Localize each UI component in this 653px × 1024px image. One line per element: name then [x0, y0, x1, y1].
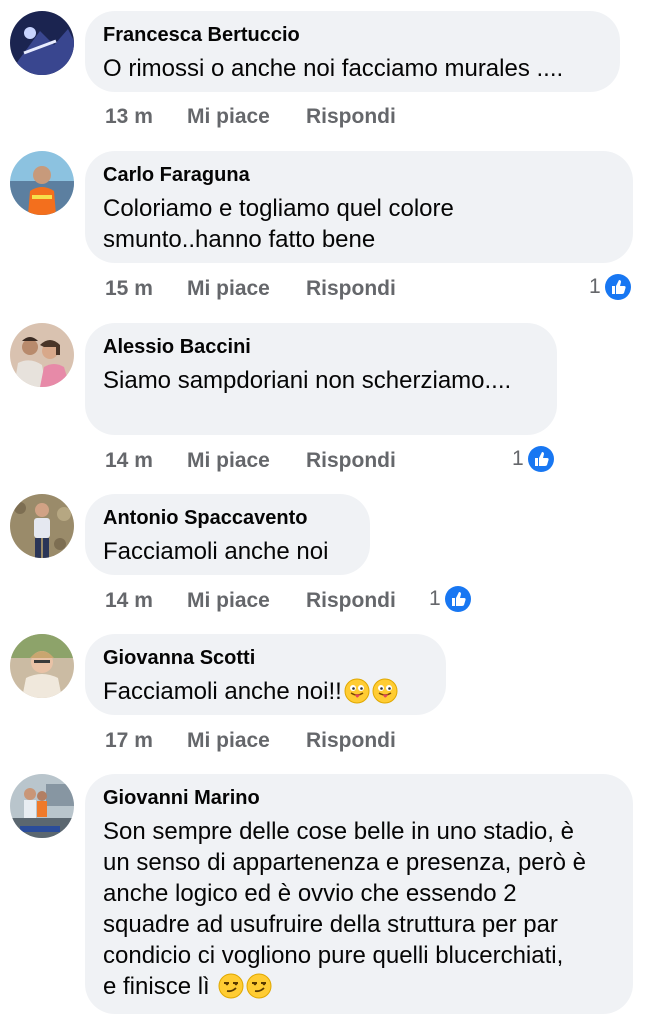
avatar[interactable] [10, 11, 74, 75]
comment-text: Coloriamo e togliamo quel colore smunto.… [103, 195, 454, 253]
avatar[interactable] [10, 634, 74, 698]
like-button[interactable]: Mi piace [187, 728, 270, 754]
avatar[interactable] [10, 774, 74, 838]
smirk-emoji [218, 973, 244, 999]
comment-author[interactable]: Carlo Faraguna [103, 163, 615, 187]
comment-author[interactable]: Antonio Spaccavento [103, 506, 352, 530]
comment-text-content: Facciamoli anche noi!! [103, 678, 342, 705]
comment-author[interactable]: Giovanna Scotti [103, 646, 428, 670]
comment-bubble: Carlo Faraguna Coloriamo e togliamo quel… [85, 151, 633, 263]
comment-text: Facciamoli anche noi [103, 538, 329, 565]
smirk-emoji [246, 973, 272, 999]
comment-time[interactable]: 14 m [105, 588, 153, 614]
comment-time[interactable]: 14 m [105, 448, 153, 474]
comment-time[interactable]: 17 m [105, 728, 153, 754]
comment-text-content: Son sempre delle cose belle in uno stadi… [103, 818, 587, 1000]
comment-time[interactable]: 15 m [105, 276, 153, 302]
reply-button[interactable]: Rispondi [306, 448, 396, 474]
like-reaction-icon [604, 274, 631, 301]
comment-bubble: Francesca Bertuccio O rimossi o anche no… [85, 11, 620, 92]
comment-bubble: Alessio Baccini Siamo sampdoriani non sc… [85, 323, 557, 435]
comment-time[interactable]: 13 m [105, 104, 153, 130]
reply-button[interactable]: Rispondi [306, 728, 396, 754]
like-button[interactable]: Mi piace [187, 448, 270, 474]
reaction-count: 1 [429, 587, 441, 610]
reaction-summary[interactable]: 1 [589, 273, 631, 301]
reaction-summary[interactable]: 1 [429, 585, 471, 613]
reply-button[interactable]: Rispondi [306, 104, 396, 130]
reaction-count: 1 [512, 447, 524, 470]
comment-text: Siamo sampdoriani non scherziamo.... [103, 367, 512, 394]
reply-button[interactable]: Rispondi [306, 588, 396, 614]
tongue-out-emoji [372, 678, 398, 704]
comment-bubble: Antonio Spaccavento Facciamoli anche noi [85, 494, 370, 575]
like-button[interactable]: Mi piace [187, 276, 270, 302]
like-button[interactable]: Mi piace [187, 588, 270, 614]
comment-author[interactable]: Alessio Baccini [103, 335, 539, 359]
like-reaction-icon [444, 586, 471, 613]
comment-author[interactable]: Giovanni Marino [103, 786, 615, 810]
avatar[interactable] [10, 494, 74, 558]
comment-author[interactable]: Francesca Bertuccio [103, 23, 602, 47]
avatar[interactable] [10, 151, 74, 215]
comment-text: O rimossi o anche noi facciamo murales .… [103, 55, 564, 82]
like-button[interactable]: Mi piace [187, 104, 270, 130]
avatar[interactable] [10, 323, 74, 387]
reply-button[interactable]: Rispondi [306, 276, 396, 302]
reaction-count: 1 [589, 275, 601, 298]
tongue-out-emoji [344, 678, 370, 704]
comment-text: Son sempre delle cose belle in uno stadi… [103, 816, 615, 1002]
comment-bubble: Giovanna Scotti Facciamoli anche noi!! [85, 634, 446, 715]
comment-bubble: Giovanni Marino Son sempre delle cose be… [85, 774, 633, 1014]
comment-text: Facciamoli anche noi!! [103, 676, 428, 707]
reaction-summary[interactable]: 1 [512, 445, 554, 473]
like-reaction-icon [527, 446, 554, 473]
